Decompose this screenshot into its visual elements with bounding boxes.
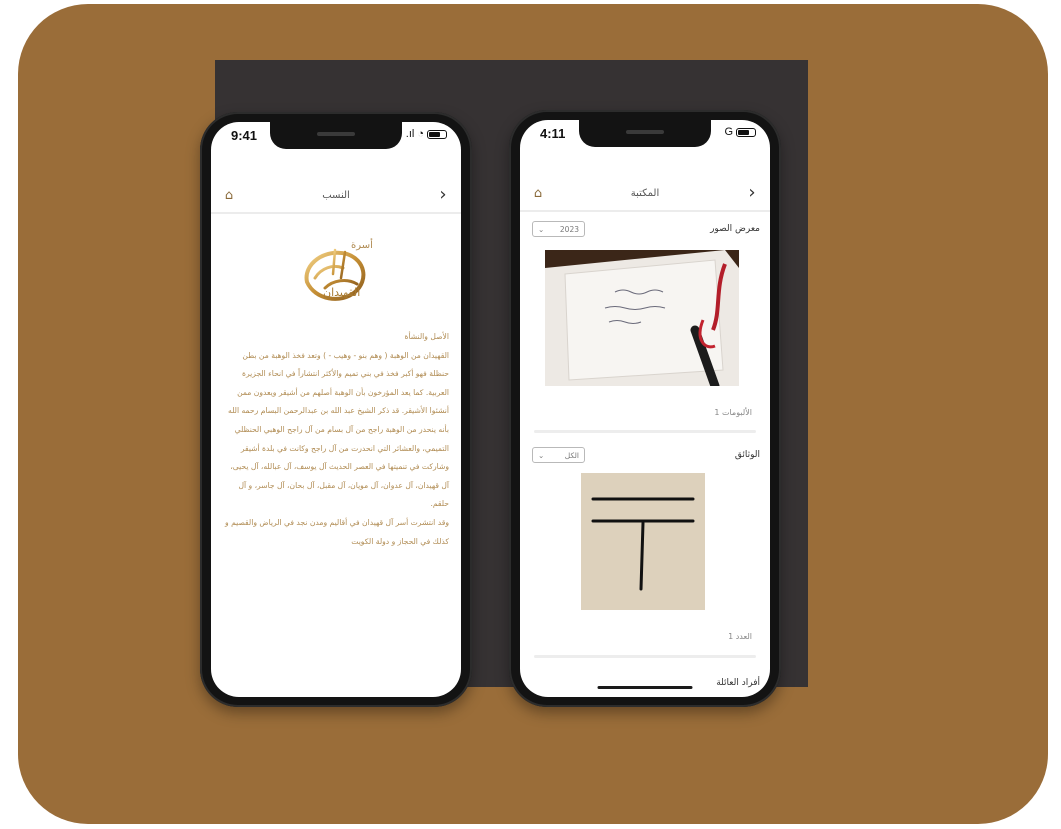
chevron-right-icon[interactable]: › xyxy=(435,186,451,204)
chevron-down-icon: ⌄ xyxy=(538,450,545,460)
chevron-down-icon: ⌄ xyxy=(538,224,545,234)
phone-right: 4:11 G ⌂ المكتبة › ⌄ 2023 معرض الصور الأ… xyxy=(509,110,781,707)
status-time: 9:41 xyxy=(231,128,258,143)
phone-left-screen: 9:41 .ıl ◔ ⌂ النسب › أسرة القهيدان الأصل… xyxy=(211,122,461,697)
status-indicators: .ıl ◔ xyxy=(406,128,447,140)
notch xyxy=(270,122,402,149)
document-image[interactable] xyxy=(581,473,705,610)
section-divider xyxy=(534,430,756,433)
filter-dropdown-value: الكل xyxy=(564,450,579,460)
speaker xyxy=(317,132,355,136)
albums-count: الألبومات 1 xyxy=(714,408,752,417)
logo-top-text: أسرة xyxy=(351,238,373,251)
logo-main-text: القهيدان xyxy=(323,286,360,299)
article-text: الأصل والنشأة القهيدان من الوهبة ( وهم ب… xyxy=(223,328,449,551)
navbar: ⌂ النسب › xyxy=(211,178,461,214)
page-title: المكتبة xyxy=(630,187,660,199)
home-indicator xyxy=(597,686,693,689)
documents-count: العدد 1 xyxy=(728,632,752,641)
battery-icon xyxy=(736,127,756,137)
home-icon[interactable]: ⌂ xyxy=(530,186,546,201)
album-photo[interactable] xyxy=(545,250,739,386)
network-label: G xyxy=(724,126,733,138)
notch xyxy=(579,120,711,147)
documents-title: الوثائق xyxy=(734,450,760,460)
wifi-icon: ◔ xyxy=(417,128,424,140)
article-paragraph-1: القهيدان من الوهبة ( وهم بنو - وهيب - ) … xyxy=(228,350,449,509)
speaker xyxy=(626,130,664,134)
phone-left: 9:41 .ıl ◔ ⌂ النسب › أسرة القهيدان الأصل… xyxy=(200,112,472,707)
year-dropdown[interactable]: ⌄ 2023 xyxy=(532,221,585,237)
status-time: 4:11 xyxy=(540,126,566,141)
family-members-title: أفراد العائلة xyxy=(716,678,760,688)
chevron-right-icon[interactable]: › xyxy=(744,184,760,202)
section-divider xyxy=(534,655,756,658)
signal-icon: .ıl xyxy=(405,128,415,140)
status-indicators: G xyxy=(724,126,756,138)
documents-header: ⌄ الكل الوثائق xyxy=(532,444,760,466)
year-dropdown-value: 2023 xyxy=(559,224,579,234)
home-icon[interactable]: ⌂ xyxy=(221,188,237,203)
battery-icon xyxy=(427,129,447,139)
phone-right-screen: 4:11 G ⌂ المكتبة › ⌄ 2023 معرض الصور الأ… xyxy=(520,120,770,697)
filter-dropdown[interactable]: ⌄ الكل xyxy=(532,447,585,463)
article-paragraph-2: وقد انتشرت أسر آل قهيدان في أقاليم ومدن … xyxy=(225,517,449,546)
family-members-header: أفراد العائلة xyxy=(532,672,760,694)
article-heading: الأصل والنشأة xyxy=(404,332,449,341)
family-logo: أسرة القهيدان xyxy=(304,238,373,301)
page-title: النسب xyxy=(322,189,350,201)
photo-gallery-title: معرض الصور xyxy=(710,224,760,234)
navbar: ⌂ المكتبة › xyxy=(520,176,770,212)
photo-gallery-header: ⌄ 2023 معرض الصور xyxy=(532,218,760,240)
